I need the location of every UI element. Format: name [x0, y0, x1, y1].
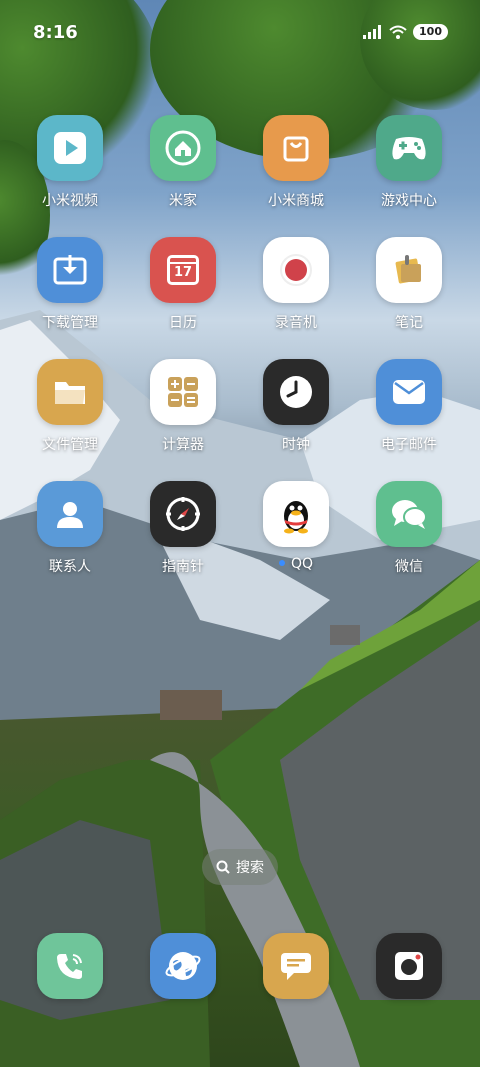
- app-compass[interactable]: 指南针: [127, 481, 239, 576]
- app-label: 文件管理: [42, 437, 98, 453]
- app-label: 小米商城: [268, 193, 324, 209]
- app-label: 日历: [169, 315, 197, 331]
- mail-icon: [376, 359, 442, 425]
- phone-icon: [37, 933, 103, 999]
- message-icon: [263, 933, 329, 999]
- app-label: 指南针: [162, 559, 204, 575]
- app-calendar[interactable]: 17 日历: [127, 237, 239, 332]
- dock: [0, 933, 480, 1001]
- app-mi-store[interactable]: 小米商城: [240, 115, 352, 210]
- system-icons: 100: [363, 24, 448, 40]
- calendar-date-badge: 17: [173, 265, 193, 280]
- download-icon: [37, 237, 103, 303]
- app-label: 微信: [395, 559, 423, 575]
- compass-icon: [150, 481, 216, 547]
- app-label: 电子邮件: [381, 437, 437, 453]
- app-label: 联系人: [49, 559, 91, 575]
- folder-icon: [37, 359, 103, 425]
- app-file-manager[interactable]: 文件管理: [14, 359, 126, 454]
- dock-camera[interactable]: [353, 933, 465, 999]
- app-notes[interactable]: 笔记: [353, 237, 465, 332]
- clock-icon: [263, 359, 329, 425]
- battery-indicator: 100: [413, 24, 448, 40]
- app-label-row: QQ: [240, 556, 352, 572]
- app-label: 笔记: [395, 315, 423, 331]
- app-mi-video[interactable]: 小米视频: [14, 115, 126, 210]
- search-icon: [216, 860, 230, 874]
- notes-icon: [376, 237, 442, 303]
- app-label: 时钟: [282, 437, 310, 453]
- signal-icon: [363, 25, 382, 39]
- camera-icon: [376, 933, 442, 999]
- app-label: 录音机: [275, 315, 317, 331]
- contact-icon: [37, 481, 103, 547]
- dock-browser[interactable]: [127, 933, 239, 999]
- new-notification-dot: [278, 560, 285, 566]
- app-clock[interactable]: 时钟: [240, 359, 352, 454]
- search-label: 搜索: [236, 860, 264, 876]
- app-download-manager[interactable]: 下载管理: [14, 237, 126, 332]
- app-calculator[interactable]: 计算器: [127, 359, 239, 454]
- app-recorder[interactable]: 录音机: [240, 237, 352, 332]
- search-button[interactable]: 搜索: [202, 849, 278, 885]
- app-label: QQ: [290, 556, 314, 572]
- app-contacts[interactable]: 联系人: [14, 481, 126, 576]
- wifi-icon: [389, 25, 407, 39]
- browser-icon: [150, 933, 216, 999]
- qq-penguin-icon: [263, 481, 329, 547]
- status-bar: 8:16 100: [0, 0, 480, 70]
- gamepad-icon: [376, 115, 442, 181]
- calculator-icon: [150, 359, 216, 425]
- record-icon: [263, 237, 329, 303]
- app-label: 小米视频: [42, 193, 98, 209]
- app-label: 下载管理: [42, 315, 98, 331]
- app-mi-home[interactable]: 米家: [127, 115, 239, 210]
- dock-messages[interactable]: [240, 933, 352, 999]
- app-label: 计算器: [162, 437, 204, 453]
- app-label: 游戏中心: [381, 193, 437, 209]
- calendar-icon: 17: [150, 237, 216, 303]
- app-game-center[interactable]: 游戏中心: [353, 115, 465, 210]
- chat-bubbles-icon: [376, 481, 442, 547]
- app-email[interactable]: 电子邮件: [353, 359, 465, 454]
- app-label: 米家: [169, 193, 197, 209]
- app-qq[interactable]: QQ: [240, 481, 352, 572]
- play-icon: [37, 115, 103, 181]
- shopping-bag-icon: [263, 115, 329, 181]
- clock-time: 8:16: [33, 22, 78, 43]
- home-icon: [150, 115, 216, 181]
- app-wechat[interactable]: 微信: [353, 481, 465, 576]
- dock-phone[interactable]: [14, 933, 126, 999]
